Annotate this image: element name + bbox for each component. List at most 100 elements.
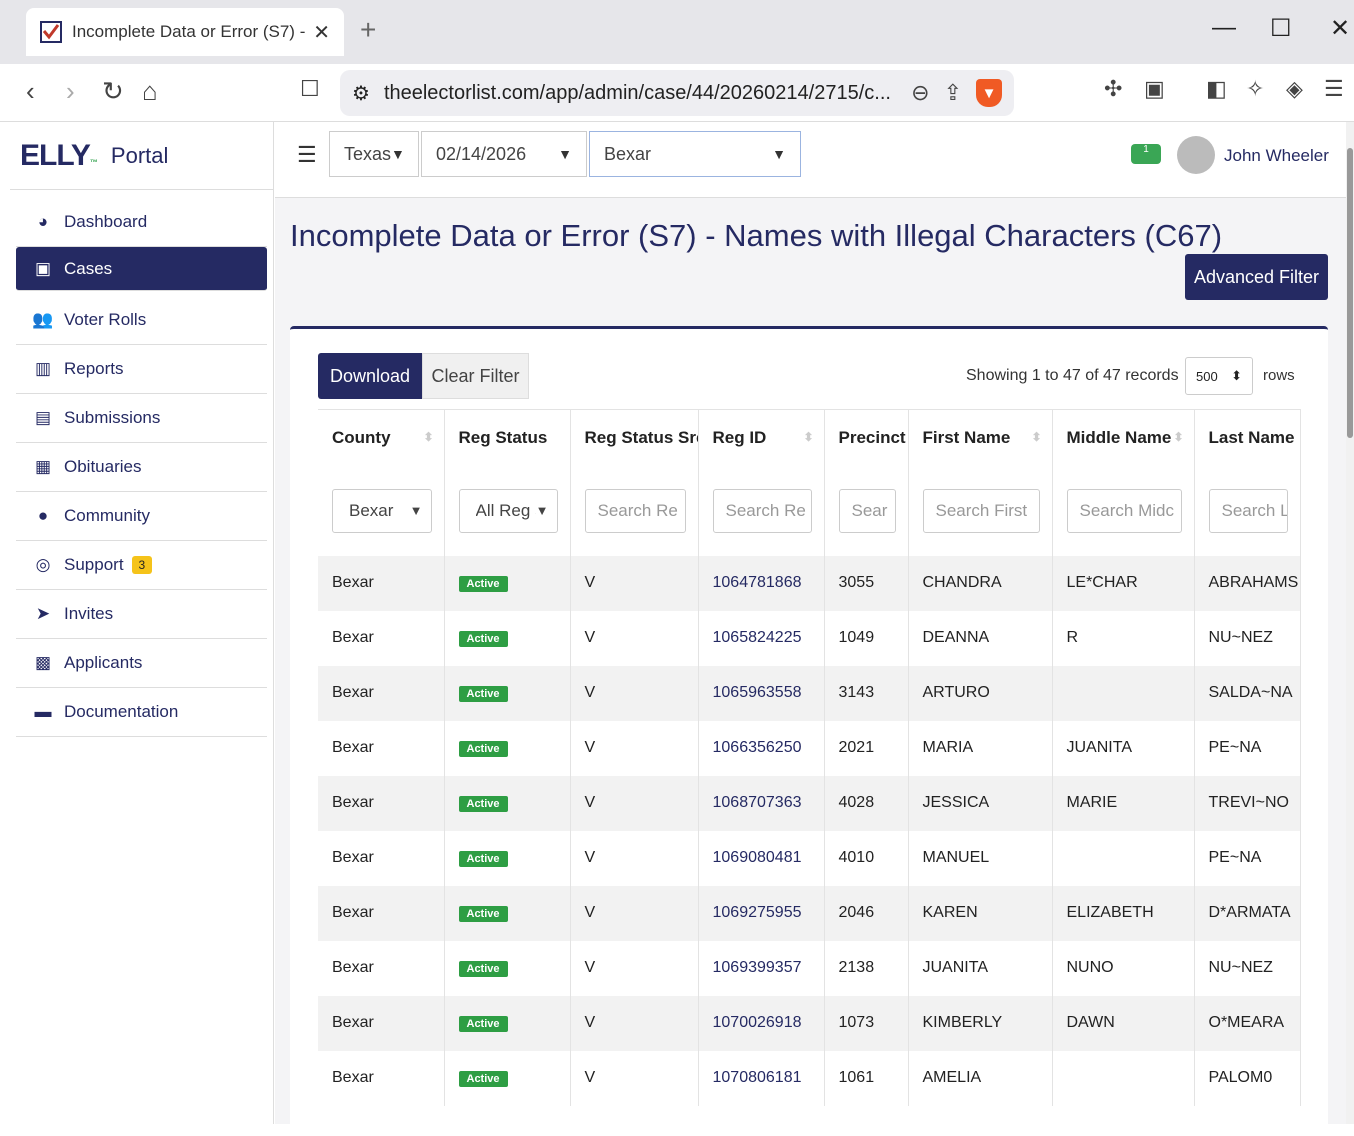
column-header-middle-name[interactable]: Middle Name ⬍: [1052, 409, 1195, 466]
sidebar-item-community[interactable]: ● Community: [16, 492, 267, 541]
county-select[interactable]: Bexar ▼: [589, 131, 801, 177]
table-cell[interactable]: 1069275955: [698, 885, 825, 941]
close-window-button[interactable]: ✕: [1330, 14, 1350, 43]
state-select[interactable]: Texas ▼: [329, 131, 419, 177]
address-bar[interactable]: ⚙ theelectorlist.com/app/admin/case/44/2…: [340, 70, 1014, 116]
new-tab-button[interactable]: +: [360, 14, 376, 46]
avatar[interactable]: [1177, 136, 1215, 174]
sort-icon[interactable]: ⬍: [423, 430, 433, 444]
sidebar-item-cases[interactable]: ▣ Cases: [16, 247, 267, 291]
table-row[interactable]: Bexar Active V 1070026918 1073 KIMBERLY DAWN O*…: [318, 995, 1301, 1051]
column-header-last-name[interactable]: Last Name: [1194, 409, 1301, 466]
reg-id-link[interactable]: 1064781868: [713, 574, 802, 591]
reg-id-link[interactable]: 1066356250: [713, 739, 802, 756]
chevron-down-icon: ▼: [535, 503, 549, 518]
extensions-icon[interactable]: ✣: [1104, 76, 1122, 102]
records-count: Showing 1 to 47 of 47 records: [966, 367, 1179, 384]
reg-id-link[interactable]: 1069399357: [713, 959, 802, 976]
bookmark-icon[interactable]: ☐: [300, 76, 320, 102]
table-cell[interactable]: 1064781868: [698, 555, 825, 611]
table-cell[interactable]: 1069399357: [698, 940, 825, 996]
sidebar-item-reports[interactable]: ▥ Reports: [16, 345, 267, 394]
minimize-button[interactable]: —: [1212, 14, 1236, 42]
leo-ai-icon[interactable]: ✧: [1246, 76, 1264, 102]
reg-status-filter-select[interactable]: All Reg St▼: [458, 488, 558, 533]
download-button[interactable]: Download: [318, 353, 422, 399]
url-text[interactable]: theelectorlist.com/app/admin/case/44/202…: [384, 82, 897, 105]
table-row[interactable]: Bexar Active V 1065963558 3143 ARTURO SALDA~NA: [318, 665, 1301, 721]
reg-status-src-filter-input[interactable]: Search Re: [584, 488, 686, 533]
hamburger-icon[interactable]: ☰: [297, 142, 317, 168]
table-cell[interactable]: 1066356250: [698, 720, 825, 776]
sidebar-item-dashboard[interactable]: ◕ Dashboard: [16, 198, 267, 247]
reader-mode-icon[interactable]: ▣: [1144, 76, 1165, 102]
reg-id-link[interactable]: 1069275955: [713, 904, 802, 921]
county-filter-select[interactable]: Bexar ▼: [332, 488, 432, 533]
back-icon[interactable]: ‹: [26, 76, 35, 107]
reg-id-link[interactable]: 1070806181: [713, 1069, 802, 1086]
table-cell[interactable]: 1065824225: [698, 610, 825, 666]
reg-id-link[interactable]: 1065963558: [713, 684, 802, 701]
column-header-reg-status-src[interactable]: Reg Status Src: [570, 409, 699, 466]
last-name-filter-input[interactable]: Search Las: [1208, 488, 1288, 533]
table-cell[interactable]: 1070026918: [698, 995, 825, 1051]
clear-filter-button[interactable]: Clear Filter: [422, 353, 529, 399]
brave-shield-icon[interactable]: ▼: [976, 79, 1002, 107]
chat-notification-icon[interactable]: 1: [1131, 144, 1161, 164]
table-cell[interactable]: 1068707363: [698, 775, 825, 831]
close-tab-icon[interactable]: ✕: [313, 20, 330, 45]
rows-per-page-select[interactable]: 500 ⬍: [1185, 357, 1253, 395]
table-row[interactable]: Bexar Active V 1066356250 2021 MARIA JUANITA PE…: [318, 720, 1301, 776]
column-header-reg-status[interactable]: Reg Status: [444, 409, 571, 466]
page-scrollbar[interactable]: [1346, 122, 1354, 1124]
sidebar-item-submissions[interactable]: ▤ Submissions: [16, 394, 267, 443]
column-header-county[interactable]: County ⬍: [318, 409, 445, 466]
sidebar-item-applicants[interactable]: ▩ Applicants: [16, 639, 267, 688]
reload-icon[interactable]: ↻: [102, 76, 124, 107]
sidebar-item-support[interactable]: ◎ Support 3: [16, 541, 267, 590]
scrollbar-thumb[interactable]: [1347, 148, 1353, 438]
sort-icon[interactable]: ⬍: [803, 430, 813, 444]
site-settings-icon[interactable]: ⚙: [352, 81, 370, 106]
sidebar-toggle-icon[interactable]: ◧: [1206, 76, 1227, 102]
home-icon[interactable]: ⌂: [142, 76, 158, 107]
sort-icon[interactable]: ⬍: [1173, 430, 1183, 444]
precinct-filter-input[interactable]: Sear: [838, 488, 896, 533]
reg-id-filter-input[interactable]: Search Re: [712, 488, 812, 533]
table-row[interactable]: Bexar Active V 1068707363 4028 JESSICA MARIE TR…: [318, 775, 1301, 831]
table-cell[interactable]: 1069080481: [698, 830, 825, 886]
forward-icon[interactable]: ›: [66, 76, 75, 107]
sidebar-item-voter-rolls[interactable]: 👥 Voter Rolls: [16, 296, 267, 345]
reg-id-link[interactable]: 1065824225: [713, 629, 802, 646]
first-name-filter-input[interactable]: Search First: [922, 488, 1040, 533]
table-row[interactable]: Bexar Active V 1069275955 2046 KAREN ELIZABETH…: [318, 885, 1301, 941]
table-cell[interactable]: 1070806181: [698, 1050, 825, 1106]
sort-icon[interactable]: ⬍: [1031, 430, 1041, 444]
table-row[interactable]: Bexar Active V 1069399357 2138 JUANITA NUNO NU~…: [318, 940, 1301, 996]
brand[interactable]: ELLY™ Portal: [10, 122, 273, 190]
table-row[interactable]: Bexar Active V 1065824225 1049 DEANNA R NU~NEZ: [318, 610, 1301, 666]
column-header-precinct[interactable]: Precinct: [824, 409, 909, 466]
middle-name-filter-input[interactable]: Search Midc: [1066, 488, 1182, 533]
reg-id-link[interactable]: 1070026918: [713, 1014, 802, 1031]
maximize-button[interactable]: ☐: [1270, 14, 1292, 43]
sidebar-item-obituaries[interactable]: ▦ Obituaries: [16, 443, 267, 492]
column-header-reg-id[interactable]: Reg ID ⬍: [698, 409, 825, 466]
menu-icon[interactable]: ☰: [1324, 76, 1344, 102]
table-row[interactable]: Bexar Active V 1069080481 4010 MANUEL PE~NA: [318, 830, 1301, 886]
sidebar-item-invites[interactable]: ➤ Invites: [16, 590, 267, 639]
user-name[interactable]: John Wheeler: [1224, 146, 1329, 166]
share-icon[interactable]: ⇪: [944, 80, 962, 106]
reg-id-link[interactable]: 1069080481: [713, 849, 802, 866]
browser-tab[interactable]: Incomplete Data or Error (S7) - N ✕: [26, 8, 344, 56]
table-cell[interactable]: 1065963558: [698, 665, 825, 721]
column-header-first-name[interactable]: First Name ⬍: [908, 409, 1053, 466]
table-row[interactable]: Bexar Active V 1064781868 3055 CHANDRA LE*CHAR…: [318, 555, 1301, 611]
zoom-icon[interactable]: ⊖: [911, 80, 929, 106]
advanced-filter-button[interactable]: Advanced Filter: [1185, 254, 1328, 300]
sidebar-item-documentation[interactable]: ▬ Documentation: [16, 688, 267, 737]
date-select[interactable]: 02/14/2026 ▼: [421, 131, 587, 177]
vpn-icon[interactable]: ◈: [1286, 76, 1303, 102]
table-row[interactable]: Bexar Active V 1070806181 1061 AMELIA PALOM0: [318, 1050, 1301, 1106]
reg-id-link[interactable]: 1068707363: [713, 794, 802, 811]
